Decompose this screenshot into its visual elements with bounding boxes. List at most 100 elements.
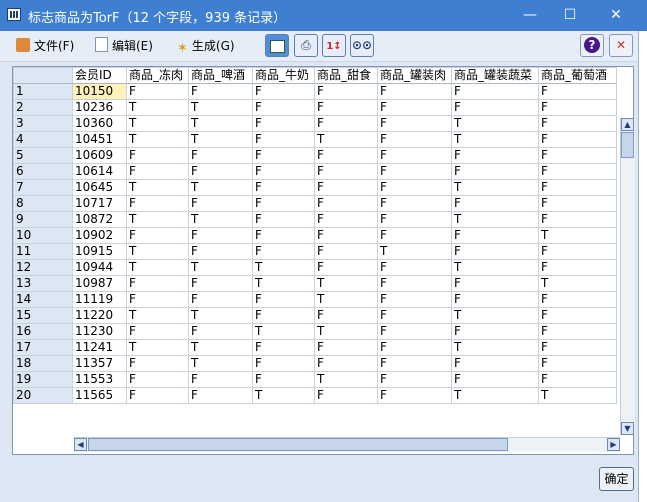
horizontal-scroll-thumb[interactable]: [88, 438, 508, 451]
grid-cell[interactable]: F: [252, 195, 315, 212]
column-header[interactable]: 会员ID: [72, 67, 127, 84]
grid-cell[interactable]: F: [314, 259, 378, 276]
horizontal-scrollbar[interactable]: ◀ ▶: [74, 437, 620, 452]
grid-cell[interactable]: T: [188, 211, 253, 228]
grid-cell[interactable]: 11241: [72, 339, 127, 356]
row-number[interactable]: 5: [13, 147, 73, 164]
grid-cell[interactable]: T: [188, 179, 253, 196]
grid-cell[interactable]: T: [451, 387, 539, 404]
grid-cell[interactable]: 10872: [72, 211, 127, 228]
grid-cell[interactable]: F: [451, 291, 539, 308]
grid-cell[interactable]: T: [451, 131, 539, 148]
row-number[interactable]: 10: [13, 227, 73, 244]
grid-cell[interactable]: 10614: [72, 163, 127, 180]
grid-cell[interactable]: F: [252, 227, 315, 244]
grid-cell[interactable]: F: [314, 387, 378, 404]
grid-cell[interactable]: F: [377, 115, 452, 132]
scroll-left-arrow-icon[interactable]: ◀: [74, 438, 87, 451]
grid-cell[interactable]: F: [377, 307, 452, 324]
grid-cell[interactable]: F: [252, 99, 315, 116]
grid-cell[interactable]: T: [188, 99, 253, 116]
grid-cell[interactable]: T: [126, 131, 189, 148]
grid-cell[interactable]: T: [314, 291, 378, 308]
grid-cell[interactable]: T: [538, 275, 617, 292]
column-header[interactable]: 商品_罐装肉: [377, 67, 452, 84]
grid-cell[interactable]: F: [126, 83, 189, 100]
grid-cell[interactable]: T: [314, 131, 378, 148]
grid-cell[interactable]: F: [451, 355, 539, 372]
grid-cell[interactable]: T: [538, 387, 617, 404]
grid-cell[interactable]: F: [252, 131, 315, 148]
grid-cell[interactable]: F: [188, 83, 253, 100]
grid-cell[interactable]: T: [126, 211, 189, 228]
grid-cell[interactable]: F: [188, 147, 253, 164]
grid-cell[interactable]: F: [377, 131, 452, 148]
row-number[interactable]: 3: [13, 115, 73, 132]
grid-cell[interactable]: F: [538, 339, 617, 356]
row-number[interactable]: 17: [13, 339, 73, 356]
grid-cell[interactable]: 11357: [72, 355, 127, 372]
grid-cell[interactable]: 10451: [72, 131, 127, 148]
column-header[interactable]: 商品_牛奶: [252, 67, 315, 84]
grid-cell[interactable]: F: [538, 83, 617, 100]
grid-cell[interactable]: F: [377, 259, 452, 276]
grid-cell[interactable]: F: [252, 147, 315, 164]
row-number[interactable]: 7: [13, 179, 73, 196]
grid-cell[interactable]: F: [188, 243, 253, 260]
grid-cell[interactable]: F: [188, 323, 253, 340]
grid-cell[interactable]: F: [377, 323, 452, 340]
grid-cell[interactable]: T: [451, 179, 539, 196]
grid-cell[interactable]: F: [314, 163, 378, 180]
close-dialog-button[interactable]: ✕: [609, 34, 633, 57]
grid-cell[interactable]: T: [126, 99, 189, 116]
grid-cell[interactable]: F: [188, 275, 253, 292]
row-number[interactable]: 18: [13, 355, 73, 372]
row-number[interactable]: 9: [13, 211, 73, 228]
scroll-right-arrow-icon[interactable]: ▶: [607, 438, 620, 451]
grid-cell[interactable]: T: [188, 115, 253, 132]
grid-cell[interactable]: F: [314, 147, 378, 164]
grid-cell[interactable]: F: [538, 163, 617, 180]
print-button[interactable]: ⎙: [294, 34, 318, 57]
grid-cell[interactable]: F: [126, 371, 189, 388]
row-number[interactable]: 16: [13, 323, 73, 340]
grid-cell[interactable]: F: [538, 355, 617, 372]
row-number[interactable]: 11: [13, 243, 73, 260]
grid-cell[interactable]: F: [314, 115, 378, 132]
grid-cell[interactable]: F: [538, 259, 617, 276]
grid-cell[interactable]: F: [314, 179, 378, 196]
row-number[interactable]: 12: [13, 259, 73, 276]
grid-cell[interactable]: T: [188, 339, 253, 356]
grid-cell[interactable]: T: [126, 115, 189, 132]
grid-cell[interactable]: F: [188, 163, 253, 180]
grid-cell[interactable]: F: [314, 307, 378, 324]
column-header[interactable]: 商品_甜食: [314, 67, 378, 84]
grid-cell[interactable]: F: [252, 307, 315, 324]
grid-cell[interactable]: T: [126, 243, 189, 260]
grid-cell[interactable]: F: [451, 147, 539, 164]
grid-cell[interactable]: F: [314, 83, 378, 100]
grid-cell[interactable]: 11565: [72, 387, 127, 404]
grid-cell[interactable]: F: [538, 307, 617, 324]
grid-cell[interactable]: T: [126, 179, 189, 196]
grid-cell[interactable]: F: [538, 243, 617, 260]
grid-cell[interactable]: F: [538, 371, 617, 388]
grid-cell[interactable]: F: [314, 195, 378, 212]
grid-cell[interactable]: F: [252, 163, 315, 180]
grid-cell[interactable]: F: [377, 339, 452, 356]
row-number[interactable]: 13: [13, 275, 73, 292]
grid-cell[interactable]: F: [252, 179, 315, 196]
grid-cell[interactable]: F: [126, 355, 189, 372]
grid-cell[interactable]: T: [314, 275, 378, 292]
grid-cell[interactable]: F: [314, 211, 378, 228]
grid-cell[interactable]: F: [126, 275, 189, 292]
grid-cell[interactable]: F: [451, 99, 539, 116]
grid-cell[interactable]: 10645: [72, 179, 127, 196]
grid-cell[interactable]: 10717: [72, 195, 127, 212]
grid-cell[interactable]: T: [451, 307, 539, 324]
row-number[interactable]: 20: [13, 387, 73, 404]
vertical-scroll-thumb[interactable]: [621, 132, 634, 158]
grid-cell[interactable]: 10915: [72, 243, 127, 260]
grid-cell[interactable]: F: [538, 115, 617, 132]
row-number[interactable]: 15: [13, 307, 73, 324]
